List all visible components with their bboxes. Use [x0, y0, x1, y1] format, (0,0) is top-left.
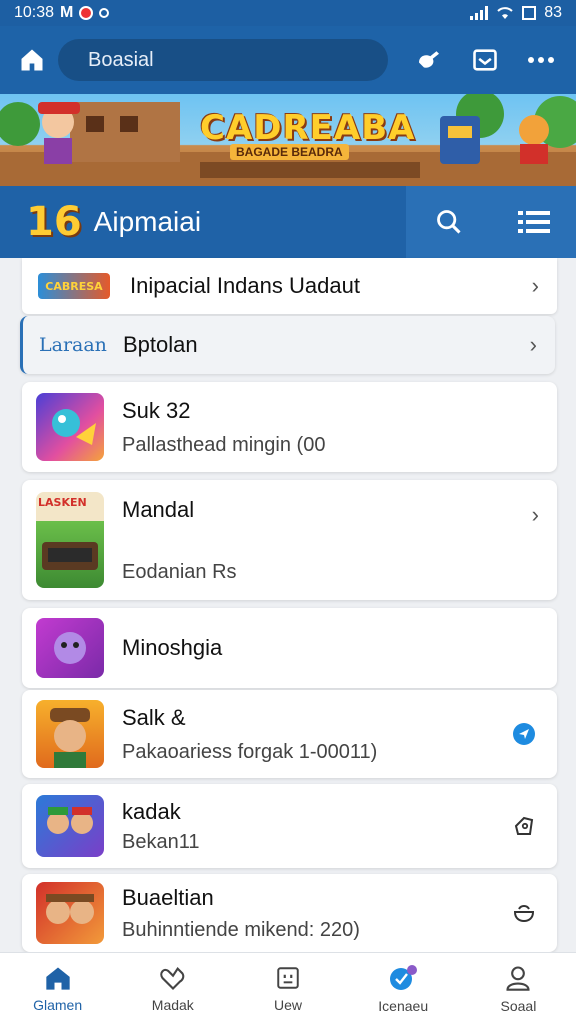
game-thumbnail — [36, 393, 104, 461]
banner-title: CADREABA — [200, 108, 416, 148]
home-icon — [21, 49, 43, 71]
chevron-right-icon: › — [529, 332, 537, 357]
list-item[interactable]: Minoshgia — [22, 608, 557, 688]
list-item[interactable]: Buaeltian Buhinntiende mikend: 220) — [22, 874, 557, 952]
section-title: Aipmaiai — [93, 206, 202, 237]
send-icon — [513, 723, 535, 745]
list-item[interactable]: Suk 32 Pallasthead mingin (00 — [22, 382, 557, 472]
row-subtitle: Pallasthead mingin (00 — [122, 433, 326, 456]
link-button[interactable] — [412, 43, 446, 77]
battery-level: 83 — [544, 4, 562, 21]
battery-icon — [522, 6, 537, 20]
list-item[interactable]: CABRESA Inipacial Indans Uadaut › — [22, 258, 557, 314]
nav-item-icenaeu[interactable]: Icenaeu — [346, 953, 461, 1024]
row-subtitle: Pakaoariess forgak 1-00011) — [122, 740, 378, 763]
status-carrier: M — [60, 4, 74, 21]
nav-label: Icenaeu — [378, 997, 429, 1014]
bottom-nav: Glamen Madak Uew Icenaeu Soaal — [0, 952, 576, 1024]
row-title: Suk 32 — [122, 397, 191, 423]
menu-button[interactable] — [514, 202, 554, 242]
list-item[interactable]: Salk & Pakaoariess forgak 1-00011) — [22, 690, 557, 778]
row-logo-text: Laraan — [39, 334, 107, 356]
promo-banner[interactable]: CADREABA BAGADE BEADRA — [0, 94, 576, 186]
row-subtitle: Bekan11 — [122, 830, 200, 853]
banner-subtitle: BAGADE BEADRA — [230, 144, 349, 160]
status-time: 10:38 — [14, 4, 55, 21]
search-button[interactable] — [429, 202, 469, 242]
row-logo: CABRESA — [38, 273, 110, 299]
nav-item-profile[interactable]: Soaal — [461, 953, 576, 1024]
link-icon — [419, 51, 439, 68]
row-title: Buaeltian — [122, 884, 214, 910]
row-title: kadak — [122, 798, 181, 824]
more-button[interactable] — [524, 43, 558, 77]
chevron-right-icon: › — [531, 502, 539, 527]
home-button[interactable] — [12, 40, 52, 80]
more-icon — [528, 57, 554, 63]
list-menu-icon — [517, 211, 550, 233]
inbox-icon — [473, 49, 497, 71]
profile-icon — [506, 965, 530, 991]
row-title: Bptolan — [123, 332, 198, 357]
app-bar: Boasial — [0, 26, 576, 94]
status-bar: 10:38 M 83 — [0, 0, 576, 26]
nav-label: Uew — [274, 996, 303, 1013]
game-thumbnail — [36, 795, 104, 857]
nav-label: Glamen — [33, 996, 83, 1013]
home-icon — [45, 967, 70, 990]
nav-item-view[interactable]: Uew — [230, 953, 345, 1024]
nav-label: Madak — [151, 996, 194, 1013]
row-title: Minoshgia — [122, 635, 223, 660]
row-subtitle: Buhinntiende mikend: 220) — [122, 918, 360, 941]
search-icon — [436, 210, 461, 234]
search-text: Boasial — [88, 48, 154, 71]
nav-item-madak[interactable]: Madak — [115, 953, 230, 1024]
list-item[interactable]: Laraan Bptolan › — [20, 316, 555, 374]
nav-label: Soaal — [500, 997, 537, 1014]
circle-icon — [99, 8, 110, 18]
game-thumbnail — [36, 700, 104, 768]
heart-icon — [160, 966, 185, 990]
tag-icon — [514, 816, 534, 835]
list-item[interactable]: LASKEN Mandal Eodanian Rs › — [22, 480, 557, 600]
bowl-icon — [513, 905, 535, 923]
chevron-right-icon: › — [531, 273, 539, 298]
nav-item-home[interactable]: Glamen — [0, 953, 115, 1024]
send-button[interactable] — [511, 721, 537, 747]
row-title: Mandal — [122, 496, 195, 522]
game-thumbnail — [36, 882, 104, 944]
list-item[interactable]: kadak Bekan11 — [22, 784, 557, 868]
notification-dot-icon — [79, 6, 94, 20]
bowl-button[interactable] — [511, 900, 537, 926]
section-number: 16 — [26, 199, 82, 245]
game-thumbnail — [36, 618, 104, 678]
tag-button[interactable] — [511, 813, 537, 839]
inbox-button[interactable] — [468, 43, 502, 77]
wifi-icon — [497, 7, 513, 19]
row-title: Salk & — [122, 704, 186, 730]
row-subtitle: Eodanian Rs — [122, 560, 237, 583]
screen-icon — [277, 966, 299, 989]
check-circle-icon — [390, 964, 418, 990]
thumb-text: LASKEN — [38, 496, 87, 509]
signal-icon — [470, 6, 489, 20]
section-header: 16 Aipmaiai — [0, 186, 576, 258]
game-thumbnail: LASKEN — [36, 492, 104, 588]
search-input[interactable]: Boasial — [58, 39, 388, 81]
row-title: Inipacial Indans Uadaut — [130, 273, 360, 298]
